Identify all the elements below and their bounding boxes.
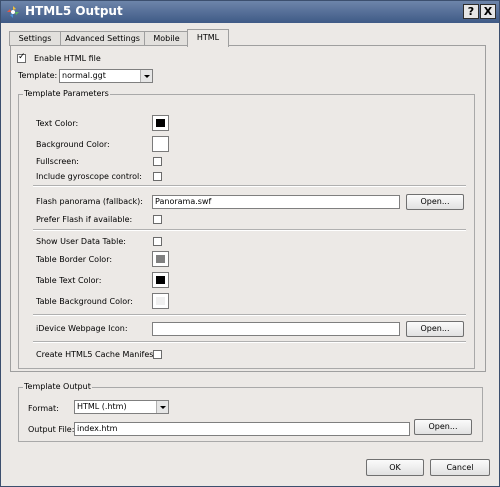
- text-color-swatch[interactable]: [152, 115, 169, 131]
- table-text-color-label: Table Text Color:: [36, 276, 102, 285]
- title-bar[interactable]: HTML5 Output ? X: [1, 1, 499, 23]
- close-button[interactable]: X: [480, 4, 496, 19]
- text-color-fill: [156, 119, 165, 127]
- idevice-icon-input[interactable]: [152, 322, 400, 336]
- gyroscope-checkbox[interactable]: [153, 172, 162, 181]
- template-label: Template:: [18, 71, 58, 80]
- table-border-color-label: Table Border Color:: [36, 255, 113, 264]
- format-value: HTML (.htm): [77, 402, 127, 411]
- cancel-button[interactable]: Cancel: [430, 459, 490, 476]
- divider-highlight: [33, 315, 466, 316]
- output-file-label: Output File:: [28, 425, 75, 434]
- fullscreen-label: Fullscreen:: [36, 157, 79, 166]
- show-user-data-label: Show User Data Table:: [36, 237, 126, 246]
- window-title: HTML5 Output: [25, 4, 123, 18]
- show-user-data-checkbox[interactable]: [153, 237, 162, 246]
- chevron-down-icon: [140, 70, 152, 82]
- table-border-color-fill: [156, 255, 165, 263]
- ok-button[interactable]: OK: [366, 459, 424, 476]
- app-icon: [7, 6, 19, 18]
- text-color-label: Text Color:: [36, 119, 79, 128]
- background-color-label: Background Color:: [36, 140, 110, 149]
- table-background-color-fill: [156, 297, 165, 305]
- fullscreen-checkbox[interactable]: [153, 157, 162, 166]
- chevron-down-icon: [156, 401, 168, 413]
- enable-html-checkbox[interactable]: [17, 52, 26, 63]
- idevice-icon-label: iDevice Webpage Icon:: [36, 324, 128, 333]
- dialog-window: HTML5 Output ? X Settings Advanced Setti…: [0, 0, 500, 487]
- format-label: Format:: [28, 404, 59, 413]
- tab-settings[interactable]: Settings: [9, 31, 61, 46]
- tab-html[interactable]: HTML: [187, 29, 229, 47]
- cache-manifest-label: Create HTML5 Cache Manifest:: [36, 350, 160, 359]
- divider-highlight: [33, 230, 466, 231]
- flash-panorama-open-button[interactable]: Open...: [406, 194, 464, 210]
- tab-advanced-settings[interactable]: Advanced Settings: [60, 31, 145, 46]
- table-background-color-label: Table Background Color:: [36, 297, 133, 306]
- output-file-open-button[interactable]: Open...: [414, 419, 472, 435]
- format-select[interactable]: HTML (.htm): [74, 400, 169, 414]
- table-background-color-swatch[interactable]: [152, 293, 169, 309]
- background-color-fill: [156, 140, 165, 148]
- idevice-icon-open-button[interactable]: Open...: [406, 321, 464, 337]
- prefer-flash-checkbox[interactable]: [153, 215, 162, 224]
- enable-html-label: Enable HTML file: [34, 54, 101, 63]
- flash-panorama-input[interactable]: Panorama.swf: [152, 195, 400, 209]
- background-color-swatch[interactable]: [152, 136, 169, 152]
- flash-panorama-label: Flash panorama (fallback):: [36, 197, 143, 206]
- divider-highlight: [33, 342, 466, 343]
- template-output-legend: Template Output: [23, 382, 92, 392]
- prefer-flash-label: Prefer Flash if available:: [36, 215, 133, 224]
- help-button[interactable]: ?: [463, 4, 479, 19]
- divider-highlight: [33, 186, 466, 187]
- tab-mobile[interactable]: Mobile: [144, 31, 189, 46]
- template-select[interactable]: normal.ggt: [59, 69, 153, 83]
- output-file-input[interactable]: index.htm: [74, 422, 410, 436]
- table-text-color-fill: [156, 276, 165, 284]
- template-value: normal.ggt: [62, 71, 106, 80]
- table-text-color-swatch[interactable]: [152, 272, 169, 288]
- gyroscope-label: Include gyroscope control:: [36, 172, 142, 181]
- template-parameters-legend: Template Parameters: [23, 89, 110, 99]
- table-border-color-swatch[interactable]: [152, 251, 169, 267]
- cache-manifest-checkbox[interactable]: [153, 350, 162, 359]
